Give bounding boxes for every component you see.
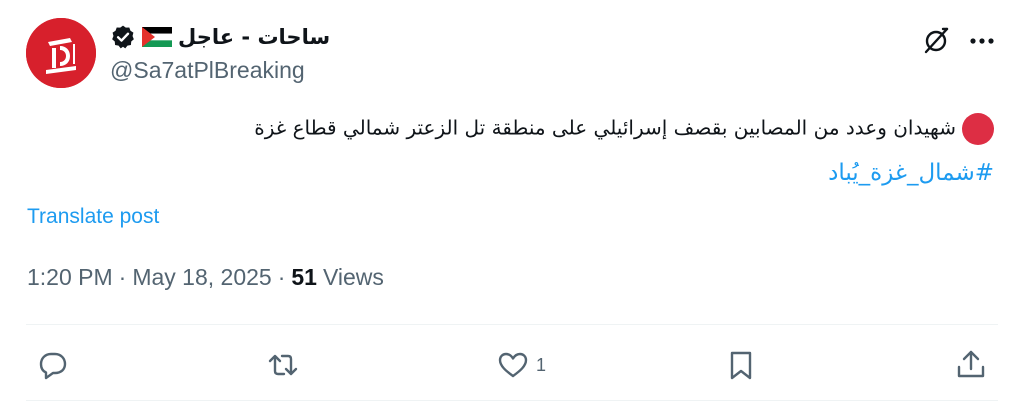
reply-button[interactable]: [36, 348, 70, 382]
tweet-text-block: شهيدان وعدد من المصابين بقصف إسرائيلي عل…: [94, 113, 994, 187]
reply-icon: [39, 352, 67, 380]
sahat-logo-icon: [26, 18, 96, 88]
grok-icon[interactable]: [920, 24, 952, 56]
bookmark-icon: [730, 351, 752, 380]
author-display-name[interactable]: ساحات - عاجل: [178, 25, 330, 49]
author-handle[interactable]: @Sa7atPlBreaking: [110, 57, 305, 84]
divider: [26, 324, 998, 325]
like-heart-icon: [498, 352, 528, 378]
verified-badge-icon: [110, 24, 136, 50]
bookmark-button[interactable]: [724, 348, 758, 382]
tweet-date[interactable]: May 18, 2025: [132, 264, 271, 291]
more-options-icon[interactable]: [965, 24, 999, 56]
share-button[interactable]: [954, 348, 988, 382]
tweet-meta: 1:20 PM · May 18, 2025 · 51 Views: [27, 264, 384, 291]
like-button[interactable]: 1: [496, 348, 546, 382]
meta-separator: ·: [277, 264, 286, 290]
views-count: 51: [291, 264, 317, 290]
like-count: 1: [536, 354, 547, 375]
tweet-text: شهيدان وعدد من المصابين بقصف إسرائيلي عل…: [254, 115, 956, 140]
divider: [26, 400, 998, 401]
avatar[interactable]: [26, 18, 96, 88]
tweet-time[interactable]: 1:20 PM: [27, 264, 113, 291]
hashtag-link[interactable]: #شمال_غزة_يُباد: [94, 159, 994, 187]
red-circle-icon: [962, 113, 994, 145]
translate-post-link[interactable]: Translate post: [27, 205, 159, 229]
share-icon: [957, 350, 985, 378]
action-bar: 1: [0, 340, 1024, 390]
author-name-row[interactable]: ساحات - عاجل: [110, 22, 330, 52]
palestine-flag-icon: [142, 27, 172, 47]
retweet-button[interactable]: [266, 348, 300, 382]
views-label: Views: [322, 264, 384, 290]
meta-separator: ·: [118, 264, 127, 290]
retweet-icon: [268, 354, 298, 376]
